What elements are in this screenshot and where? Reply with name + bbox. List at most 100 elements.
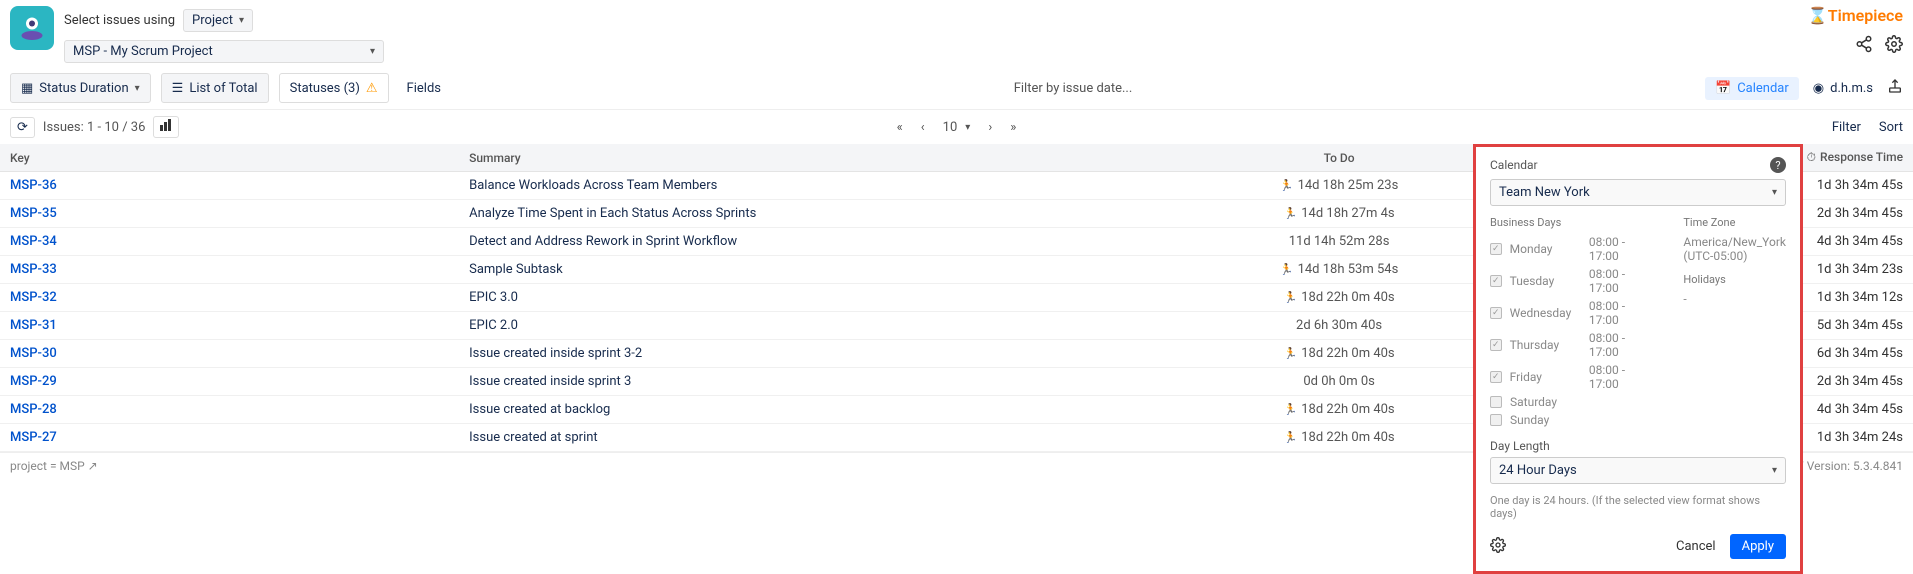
summary-cell: Detect and Address Rework in Sprint Work… — [459, 228, 1148, 256]
issue-key-link[interactable]: MSP-35 — [10, 206, 57, 221]
calendar-panel: Calendar ? Team New York▾ Business Days … — [1473, 144, 1803, 574]
summary-cell: Analyze Time Spent in Each Status Across… — [459, 200, 1148, 228]
day-hours: 08:00 - 17:00 — [1589, 299, 1655, 327]
day-name: Thursday — [1510, 338, 1581, 352]
page-last[interactable]: » — [1010, 120, 1016, 135]
calendar-select[interactable]: Team New York▾ — [1490, 179, 1786, 206]
share-icon[interactable] — [1855, 35, 1873, 57]
app-logo — [10, 6, 54, 50]
calendar-settings-icon[interactable] — [1490, 537, 1506, 557]
issue-key-link[interactable]: MSP-27 — [10, 430, 57, 445]
warning-icon: ⚠ — [366, 81, 378, 96]
refresh-button[interactable]: ⟳ — [10, 117, 35, 138]
checkbox-icon — [1490, 414, 1502, 426]
list-of-total-button[interactable]: ☰ List of Total — [161, 73, 269, 103]
summary-cell: Sample Subtask — [459, 256, 1148, 284]
page-next[interactable]: › — [988, 120, 992, 135]
business-days-label: Business Days — [1490, 216, 1655, 229]
issue-key-link[interactable]: MSP-30 — [10, 346, 57, 361]
issue-key-link[interactable]: MSP-36 — [10, 178, 57, 193]
col-summary[interactable]: Summary — [459, 144, 1148, 172]
calendar-icon: 📅 — [1715, 81, 1731, 96]
day-length-label: Day Length — [1490, 439, 1786, 453]
checkbox-icon — [1490, 339, 1502, 351]
holidays-label: Holidays — [1683, 273, 1786, 286]
issue-key-link[interactable]: MSP-34 — [10, 234, 57, 249]
running-icon: 🏃 — [1284, 431, 1298, 444]
fields-button[interactable]: Fields — [407, 81, 441, 96]
calendar-panel-title: Calendar — [1490, 158, 1538, 172]
filter-by-date[interactable]: Filter by issue date... — [451, 81, 1695, 96]
summary-cell: Issue created inside sprint 3-2 — [459, 340, 1148, 368]
col-key[interactable]: Key — [0, 144, 459, 172]
running-icon: 🏃 — [1284, 207, 1298, 220]
running-icon: 🏃 — [1284, 291, 1298, 304]
project-dropdown[interactable]: MSP - My Scrum Project▾ — [64, 40, 384, 63]
summary-cell: Issue created inside sprint 3 — [459, 368, 1148, 396]
checkbox-icon — [1490, 275, 1502, 287]
sort-button[interactable]: Sort — [1879, 120, 1903, 135]
day-hours: 08:00 - 17:00 — [1589, 331, 1655, 359]
issue-key-link[interactable]: MSP-32 — [10, 290, 57, 305]
day-hours: 08:00 - 17:00 — [1589, 235, 1655, 263]
issue-key-link[interactable]: MSP-29 — [10, 374, 57, 389]
export-icon[interactable] — [1887, 78, 1903, 98]
day-length-select[interactable]: 24 Hour Days▾ — [1490, 457, 1786, 484]
business-day-row: Wednesday 08:00 - 17:00 — [1490, 299, 1655, 327]
status-duration-button[interactable]: ▦ Status Duration ▾ — [10, 73, 151, 103]
holidays-value: - — [1683, 292, 1786, 306]
summary-cell: EPIC 3.0 — [459, 284, 1148, 312]
day-name: Wednesday — [1510, 306, 1581, 320]
page-prev[interactable]: ‹ — [921, 120, 925, 135]
business-day-row: Tuesday 08:00 - 17:00 — [1490, 267, 1655, 295]
summary-cell: EPIC 2.0 — [459, 312, 1148, 340]
day-name: Tuesday — [1510, 274, 1581, 288]
chevron-down-icon: ▾ — [239, 15, 244, 26]
chevron-down-icon: ▾ — [135, 83, 140, 94]
business-day-row: Sunday — [1490, 413, 1655, 427]
checkbox-icon — [1490, 396, 1502, 408]
day-hours: 08:00 - 17:00 — [1589, 363, 1655, 391]
day-name: Friday — [1510, 370, 1581, 384]
day-name: Saturday — [1510, 395, 1584, 409]
chart-icon[interactable] — [153, 116, 179, 138]
statuses-button[interactable]: Statuses (3) ⚠ — [279, 73, 389, 103]
cancel-button[interactable]: Cancel — [1676, 539, 1716, 554]
summary-cell: Issue created at backlog — [459, 396, 1148, 424]
dhms-toggle[interactable]: ◉ d.h.m.s — [1813, 81, 1873, 96]
brand-logo: ⌛Timepiece — [1808, 6, 1903, 25]
select-using-label: Select issues using — [64, 13, 175, 28]
running-icon: 🏃 — [1284, 347, 1298, 360]
settings-icon[interactable] — [1885, 35, 1903, 57]
issue-key-link[interactable]: MSP-28 — [10, 402, 57, 417]
page-first[interactable]: « — [897, 120, 903, 135]
apply-button[interactable]: Apply — [1730, 534, 1786, 559]
day-hours: 08:00 - 17:00 — [1589, 267, 1655, 295]
timezone-label: Time Zone — [1683, 216, 1786, 229]
timezone-offset: (UTC-05:00) — [1683, 249, 1786, 263]
grid-icon: ▦ — [21, 81, 33, 96]
calendar-button[interactable]: 📅 Calendar — [1705, 77, 1799, 100]
page-size-dropdown[interactable]: 10▾ — [943, 120, 971, 135]
help-icon[interactable]: ? — [1770, 157, 1786, 173]
issue-key-link[interactable]: MSP-33 — [10, 262, 57, 277]
timezone-value: America/New_York — [1683, 235, 1786, 249]
mode-dropdown[interactable]: Project▾ — [183, 9, 253, 32]
issues-count: Issues: 1 - 10 / 36 — [43, 120, 145, 135]
filter-button[interactable]: Filter — [1832, 120, 1861, 135]
day-name: Sunday — [1510, 413, 1584, 427]
summary-cell: Issue created at sprint — [459, 424, 1148, 452]
issue-key-link[interactable]: MSP-31 — [10, 318, 57, 333]
chevron-down-icon: ▾ — [1772, 465, 1777, 476]
running-icon: 🏃 — [1284, 403, 1298, 416]
checkbox-icon — [1490, 243, 1502, 255]
business-day-row: Saturday — [1490, 395, 1655, 409]
business-day-row: Friday 08:00 - 17:00 — [1490, 363, 1655, 391]
sliders-icon: ☰ — [172, 81, 184, 96]
running-icon: 🏃 — [1280, 263, 1294, 276]
eye-icon: ◉ — [1813, 81, 1824, 96]
chevron-down-icon: ▾ — [370, 46, 375, 57]
business-day-row: Thursday 08:00 - 17:00 — [1490, 331, 1655, 359]
footer-query[interactable]: project = MSP ↗ — [10, 459, 98, 473]
checkbox-icon — [1490, 307, 1502, 319]
